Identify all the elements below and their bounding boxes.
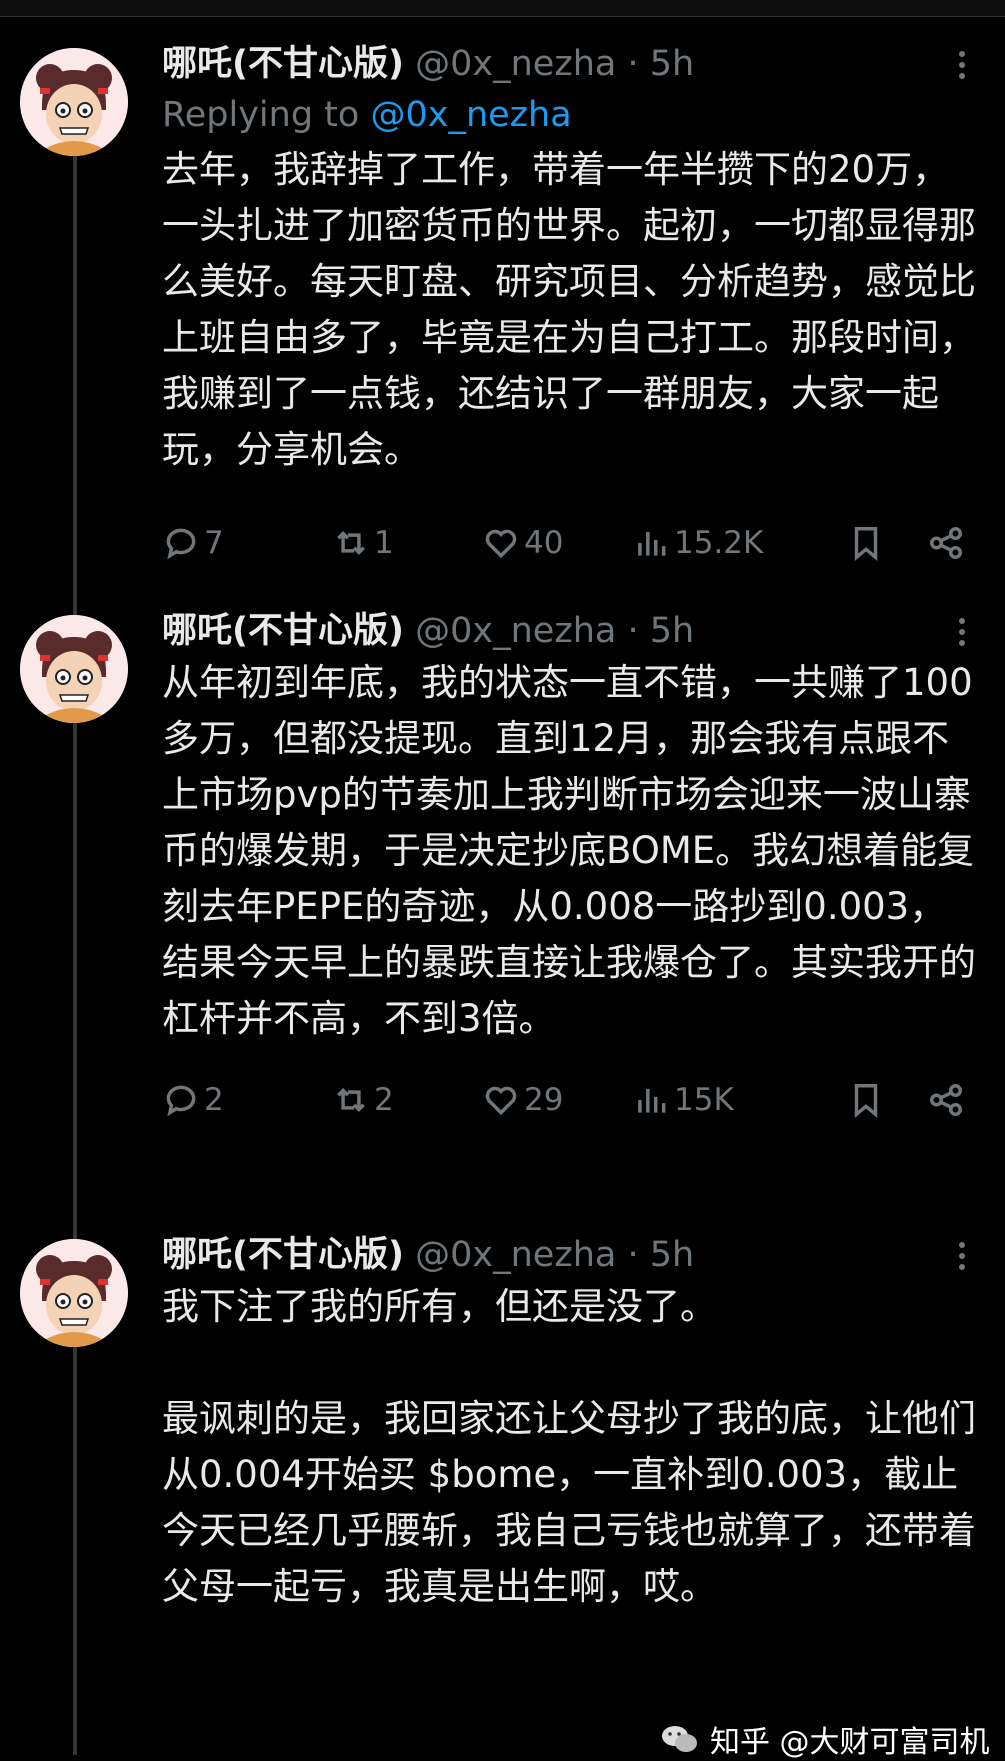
like-button[interactable]: 40: [482, 518, 563, 568]
tweet[interactable]: 哪吒(不甘心版) @0x_nezha · 5h 我下注了我的所有，但还是没了。 …: [0, 1231, 1005, 1755]
avatar-image: [20, 1239, 128, 1347]
repost-icon: [337, 531, 365, 555]
avatar-image: [20, 615, 128, 723]
tweet[interactable]: 哪吒(不甘心版) @0x_nezha · 5h Replying to @0x_…: [0, 40, 1005, 640]
repost-count: 1: [374, 525, 394, 561]
tweet-text: 从年初到年底，我的状态一直不错，一共赚了100多万，但都没提现。直到12月，那会…: [162, 661, 976, 1040]
views-icon: [638, 1088, 666, 1113]
timestamp[interactable]: 5h: [650, 611, 694, 651]
bookmark-button[interactable]: [847, 1075, 889, 1125]
more-options-icon[interactable]: [947, 46, 977, 86]
repost-count: 2: [374, 1082, 394, 1118]
heart-icon: [485, 529, 517, 559]
heart-icon: [485, 1086, 517, 1116]
repost-button[interactable]: 2: [332, 1075, 394, 1125]
share-button[interactable]: [927, 518, 969, 568]
views-icon: [638, 531, 666, 556]
views-button[interactable]: 15.2K: [632, 518, 763, 568]
author-handle[interactable]: @0x_nezha: [415, 1235, 616, 1275]
reply-count: 7: [204, 525, 224, 561]
tweet-actions: 7 1 40 15.2K: [162, 518, 977, 568]
watermark-text: 知乎 @大财可富司机: [710, 1725, 990, 1760]
reply-button[interactable]: 7: [162, 518, 224, 568]
bookmark-button[interactable]: [847, 518, 889, 568]
view-count: 15K: [674, 1082, 734, 1118]
tweet-actions: 2 2 29 15K: [162, 1075, 977, 1125]
more-options-icon[interactable]: [947, 1237, 977, 1277]
share-icon: [930, 527, 962, 559]
like-count: 29: [524, 1082, 564, 1118]
view-count: 15.2K: [674, 525, 764, 561]
share-button[interactable]: [927, 1075, 969, 1125]
like-count: 40: [524, 525, 564, 561]
reply-icon: [166, 1085, 196, 1117]
author-name[interactable]: 哪吒(不甘心版): [162, 1235, 404, 1275]
timestamp[interactable]: 5h: [650, 44, 694, 84]
author-handle[interactable]: @0x_nezha: [415, 44, 616, 84]
bookmark-icon: [854, 527, 878, 561]
separator-dot: ·: [627, 44, 639, 84]
replying-to-label: Replying to: [162, 95, 360, 135]
views-button[interactable]: 15K: [632, 1075, 734, 1125]
replying-to: Replying to @0x_nezha: [162, 88, 977, 142]
avatar[interactable]: [20, 615, 128, 723]
wechat-icon: [662, 1726, 697, 1752]
avatar-image: [20, 48, 128, 156]
separator-dot: ·: [627, 611, 639, 651]
repost-icon: [337, 1088, 365, 1112]
reply-icon: [166, 528, 196, 560]
tweet-header: 哪吒(不甘心版) @0x_nezha · 5h: [162, 40, 977, 88]
reply-count: 2: [204, 1082, 224, 1118]
separator-dot: ·: [627, 1235, 639, 1275]
avatar[interactable]: [20, 48, 128, 156]
timestamp[interactable]: 5h: [650, 1235, 694, 1275]
repost-button[interactable]: 1: [332, 518, 394, 568]
avatar[interactable]: [20, 1239, 128, 1347]
tweet-text: 我下注了我的所有，但还是没了。 最讽刺的是，我回家还让父母抄了我的底，让他们从0…: [162, 1285, 976, 1608]
tweet[interactable]: 哪吒(不甘心版) @0x_nezha · 5h 从年初到年底，我的状态一直不错，…: [0, 607, 1005, 1187]
author-name[interactable]: 哪吒(不甘心版): [162, 611, 404, 651]
tweet-text: 去年，我辞掉了工作，带着一年半攒下的20万，一头扎进了加密货币的世界。起初，一切…: [162, 148, 976, 471]
reply-mention-link[interactable]: @0x_nezha: [370, 95, 571, 135]
tweet-header: 哪吒(不甘心版) @0x_nezha · 5h: [162, 1231, 977, 1279]
top-edge: [0, 0, 1005, 17]
reply-button[interactable]: 2: [162, 1075, 224, 1125]
bookmark-icon: [854, 1084, 878, 1118]
watermark: 知乎 @大财可富司机: [660, 1722, 990, 1760]
share-icon: [930, 1084, 962, 1116]
author-name[interactable]: 哪吒(不甘心版): [162, 44, 404, 84]
tweet-header: 哪吒(不甘心版) @0x_nezha · 5h: [162, 607, 977, 655]
like-button[interactable]: 29: [482, 1075, 563, 1125]
more-options-icon[interactable]: [947, 613, 977, 653]
author-handle[interactable]: @0x_nezha: [415, 611, 616, 651]
